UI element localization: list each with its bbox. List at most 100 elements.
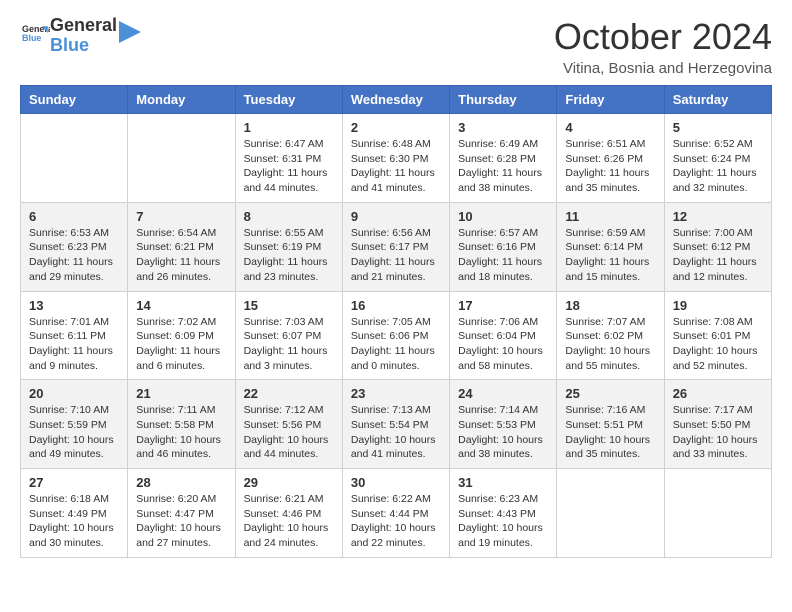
- day-number: 27: [29, 475, 119, 490]
- day-number: 22: [244, 386, 334, 401]
- cell-content: Sunrise: 7:12 AM Sunset: 5:56 PM Dayligh…: [244, 403, 334, 462]
- title-block: October 2024 Vitina, Bosnia and Herzegov…: [554, 16, 772, 77]
- cell-content: Sunrise: 7:00 AM Sunset: 6:12 PM Dayligh…: [673, 226, 763, 285]
- day-number: 29: [244, 475, 334, 490]
- calendar-cell: 29 Sunrise: 6:21 AM Sunset: 4:46 PM Dayli…: [235, 469, 342, 558]
- day-number: 21: [136, 386, 226, 401]
- cell-content: Sunrise: 7:03 AM Sunset: 6:07 PM Dayligh…: [244, 315, 334, 374]
- day-number: 8: [244, 209, 334, 224]
- cell-content: Sunrise: 6:51 AM Sunset: 6:26 PM Dayligh…: [565, 137, 655, 196]
- day-number: 30: [351, 475, 441, 490]
- calendar-cell: 23 Sunrise: 7:13 AM Sunset: 5:54 PM Dayli…: [342, 380, 449, 469]
- calendar-cell: 7 Sunrise: 6:54 AM Sunset: 6:21 PM Daylig…: [128, 202, 235, 291]
- day-number: 5: [673, 120, 763, 135]
- calendar-day-header: Monday: [128, 86, 235, 114]
- calendar-cell: 24 Sunrise: 7:14 AM Sunset: 5:53 PM Dayli…: [450, 380, 557, 469]
- logo-general-text: General: [50, 16, 117, 36]
- calendar-cell: 27 Sunrise: 6:18 AM Sunset: 4:49 PM Dayli…: [21, 469, 128, 558]
- day-number: 11: [565, 209, 655, 224]
- day-number: 9: [351, 209, 441, 224]
- cell-content: Sunrise: 6:23 AM Sunset: 4:43 PM Dayligh…: [458, 492, 548, 551]
- cell-content: Sunrise: 6:53 AM Sunset: 6:23 PM Dayligh…: [29, 226, 119, 285]
- calendar-cell: 4 Sunrise: 6:51 AM Sunset: 6:26 PM Daylig…: [557, 114, 664, 203]
- logo: General Blue General Blue: [20, 16, 141, 56]
- cell-content: Sunrise: 7:14 AM Sunset: 5:53 PM Dayligh…: [458, 403, 548, 462]
- cell-content: Sunrise: 6:48 AM Sunset: 6:30 PM Dayligh…: [351, 137, 441, 196]
- day-number: 26: [673, 386, 763, 401]
- cell-content: Sunrise: 7:16 AM Sunset: 5:51 PM Dayligh…: [565, 403, 655, 462]
- cell-content: Sunrise: 7:10 AM Sunset: 5:59 PM Dayligh…: [29, 403, 119, 462]
- calendar-day-header: Tuesday: [235, 86, 342, 114]
- calendar-week-row: 27 Sunrise: 6:18 AM Sunset: 4:49 PM Dayli…: [21, 469, 772, 558]
- day-number: 17: [458, 298, 548, 313]
- calendar-table: SundayMondayTuesdayWednesdayThursdayFrid…: [20, 85, 772, 558]
- cell-content: Sunrise: 7:13 AM Sunset: 5:54 PM Dayligh…: [351, 403, 441, 462]
- day-number: 16: [351, 298, 441, 313]
- svg-text:Blue: Blue: [22, 33, 41, 43]
- logo-arrow-icon: [119, 21, 141, 43]
- calendar-cell: 8 Sunrise: 6:55 AM Sunset: 6:19 PM Daylig…: [235, 202, 342, 291]
- day-number: 20: [29, 386, 119, 401]
- calendar-cell: 26Sunrise: 7:17 AM Sunset: 5:50 PM Dayli…: [664, 380, 771, 469]
- calendar-cell: 20 Sunrise: 7:10 AM Sunset: 5:59 PM Dayli…: [21, 380, 128, 469]
- cell-content: Sunrise: 6:52 AM Sunset: 6:24 PM Dayligh…: [673, 137, 763, 196]
- calendar-cell: 30 Sunrise: 6:22 AM Sunset: 4:44 PM Dayli…: [342, 469, 449, 558]
- day-number: 10: [458, 209, 548, 224]
- calendar-cell: 1Sunrise: 6:47 AM Sunset: 6:31 PM Daylig…: [235, 114, 342, 203]
- cell-content: Sunrise: 6:59 AM Sunset: 6:14 PM Dayligh…: [565, 226, 655, 285]
- calendar-cell: 14 Sunrise: 7:02 AM Sunset: 6:09 PM Dayli…: [128, 291, 235, 380]
- calendar-cell: 25 Sunrise: 7:16 AM Sunset: 5:51 PM Dayli…: [557, 380, 664, 469]
- calendar-cell: 17 Sunrise: 7:06 AM Sunset: 6:04 PM Dayli…: [450, 291, 557, 380]
- day-number: 13: [29, 298, 119, 313]
- day-number: 28: [136, 475, 226, 490]
- calendar-container: SundayMondayTuesdayWednesdayThursdayFrid…: [10, 85, 782, 558]
- day-number: 23: [351, 386, 441, 401]
- calendar-cell: [128, 114, 235, 203]
- calendar-cell: 5 Sunrise: 6:52 AM Sunset: 6:24 PM Daylig…: [664, 114, 771, 203]
- cell-content: Sunrise: 6:21 AM Sunset: 4:46 PM Dayligh…: [244, 492, 334, 551]
- calendar-cell: 3 Sunrise: 6:49 AM Sunset: 6:28 PM Daylig…: [450, 114, 557, 203]
- calendar-cell: 13Sunrise: 7:01 AM Sunset: 6:11 PM Dayli…: [21, 291, 128, 380]
- calendar-cell: 9 Sunrise: 6:56 AM Sunset: 6:17 PM Daylig…: [342, 202, 449, 291]
- calendar-cell: 18 Sunrise: 7:07 AM Sunset: 6:02 PM Dayli…: [557, 291, 664, 380]
- calendar-cell: 22 Sunrise: 7:12 AM Sunset: 5:56 PM Dayli…: [235, 380, 342, 469]
- day-number: 15: [244, 298, 334, 313]
- cell-content: Sunrise: 7:02 AM Sunset: 6:09 PM Dayligh…: [136, 315, 226, 374]
- cell-content: Sunrise: 7:07 AM Sunset: 6:02 PM Dayligh…: [565, 315, 655, 374]
- cell-content: Sunrise: 6:49 AM Sunset: 6:28 PM Dayligh…: [458, 137, 548, 196]
- day-number: 3: [458, 120, 548, 135]
- cell-content: Sunrise: 6:56 AM Sunset: 6:17 PM Dayligh…: [351, 226, 441, 285]
- day-number: 19: [673, 298, 763, 313]
- calendar-cell: 12 Sunrise: 7:00 AM Sunset: 6:12 PM Dayli…: [664, 202, 771, 291]
- day-number: 31: [458, 475, 548, 490]
- logo-icon: General Blue: [22, 19, 50, 47]
- location-subtitle: Vitina, Bosnia and Herzegovina: [554, 60, 772, 77]
- calendar-cell: [21, 114, 128, 203]
- calendar-day-header: Saturday: [664, 86, 771, 114]
- day-number: 7: [136, 209, 226, 224]
- calendar-header-row: SundayMondayTuesdayWednesdayThursdayFrid…: [21, 86, 772, 114]
- calendar-cell: 11 Sunrise: 6:59 AM Sunset: 6:14 PM Dayli…: [557, 202, 664, 291]
- day-number: 4: [565, 120, 655, 135]
- day-number: 24: [458, 386, 548, 401]
- cell-content: Sunrise: 6:54 AM Sunset: 6:21 PM Dayligh…: [136, 226, 226, 285]
- calendar-week-row: 6 Sunrise: 6:53 AM Sunset: 6:23 PM Daylig…: [21, 202, 772, 291]
- calendar-day-header: Friday: [557, 86, 664, 114]
- calendar-cell: 28Sunrise: 6:20 AM Sunset: 4:47 PM Dayli…: [128, 469, 235, 558]
- calendar-cell: 15 Sunrise: 7:03 AM Sunset: 6:07 PM Dayli…: [235, 291, 342, 380]
- cell-content: Sunrise: 6:57 AM Sunset: 6:16 PM Dayligh…: [458, 226, 548, 285]
- cell-content: Sunrise: 6:55 AM Sunset: 6:19 PM Dayligh…: [244, 226, 334, 285]
- calendar-cell: 21Sunrise: 7:11 AM Sunset: 5:58 PM Dayli…: [128, 380, 235, 469]
- day-number: 12: [673, 209, 763, 224]
- calendar-week-row: 20 Sunrise: 7:10 AM Sunset: 5:59 PM Dayli…: [21, 380, 772, 469]
- day-number: 14: [136, 298, 226, 313]
- day-number: 2: [351, 120, 441, 135]
- cell-content: Sunrise: 6:18 AM Sunset: 4:49 PM Dayligh…: [29, 492, 119, 551]
- day-number: 18: [565, 298, 655, 313]
- cell-content: Sunrise: 6:22 AM Sunset: 4:44 PM Dayligh…: [351, 492, 441, 551]
- day-number: 25: [565, 386, 655, 401]
- cell-content: Sunrise: 7:06 AM Sunset: 6:04 PM Dayligh…: [458, 315, 548, 374]
- day-number: 6: [29, 209, 119, 224]
- calendar-cell: 2 Sunrise: 6:48 AM Sunset: 6:30 PM Daylig…: [342, 114, 449, 203]
- calendar-week-row: 13Sunrise: 7:01 AM Sunset: 6:11 PM Dayli…: [21, 291, 772, 380]
